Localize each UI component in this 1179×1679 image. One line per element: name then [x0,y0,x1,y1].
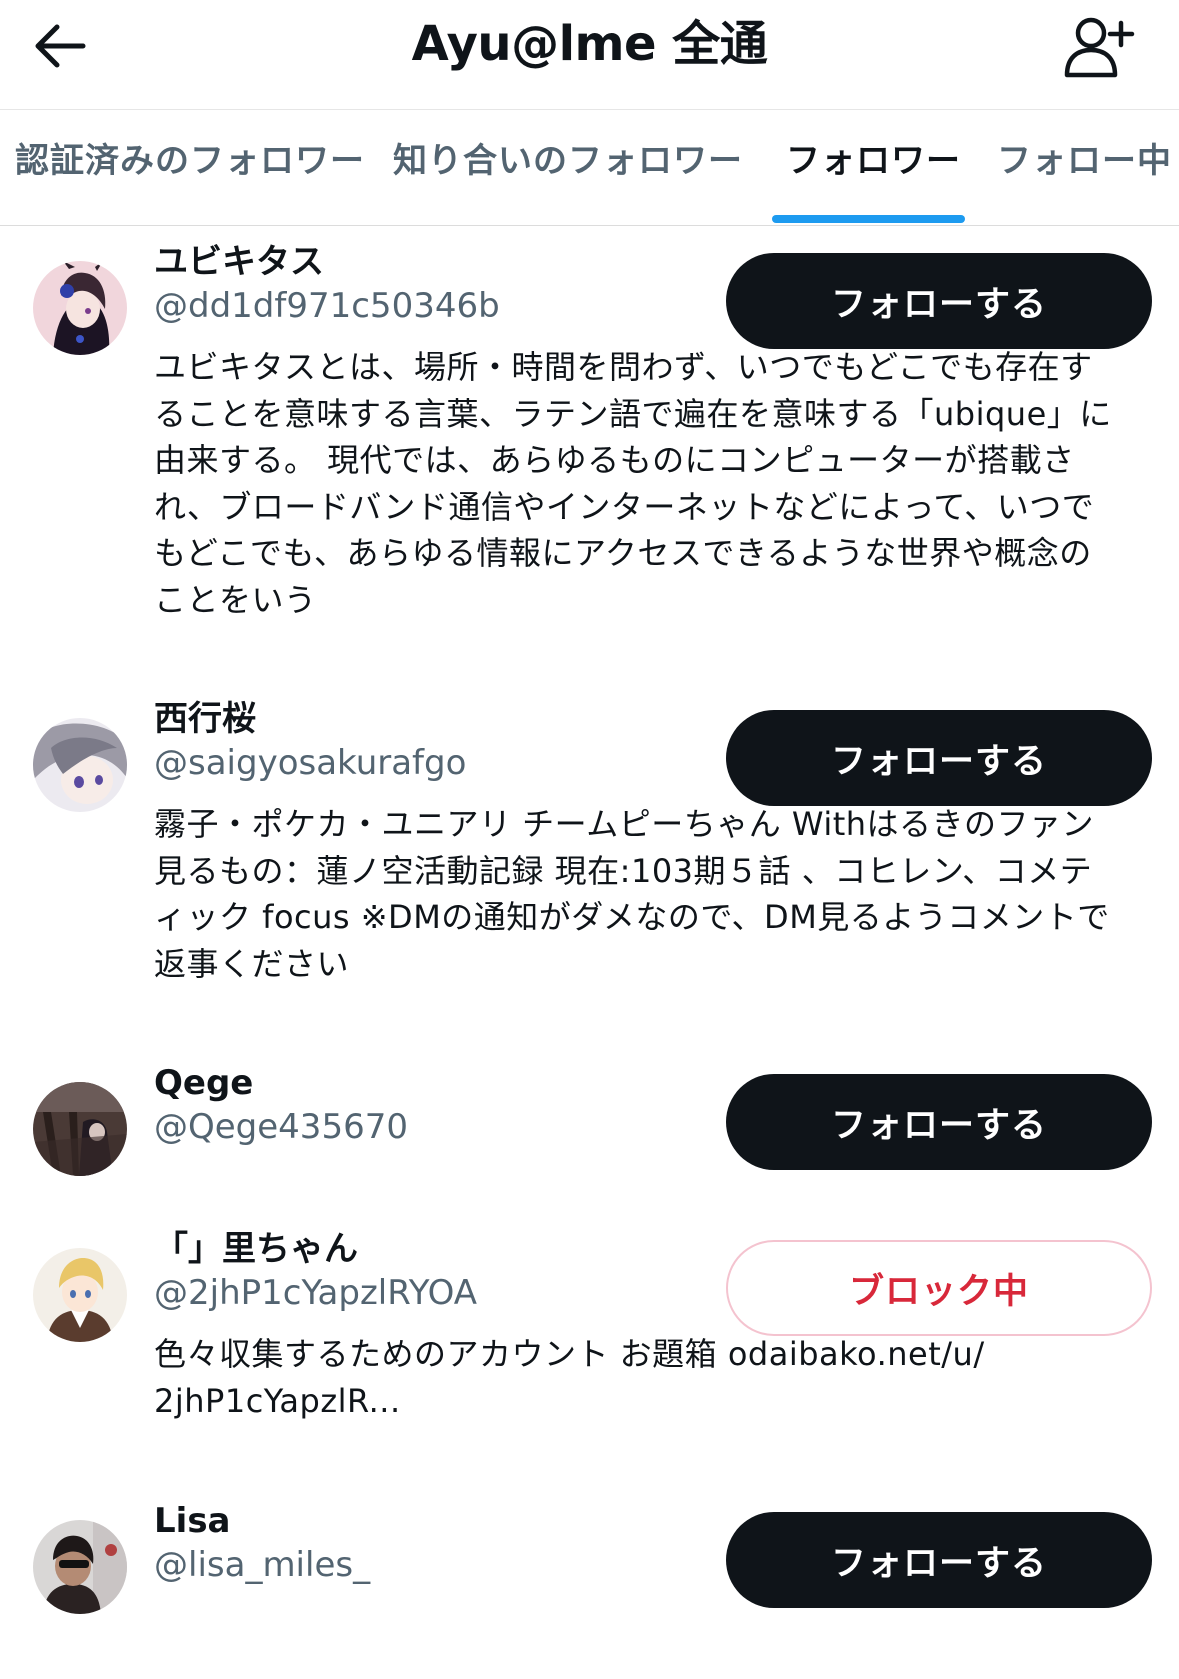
top-bar: Ayu@lme 全通 [0,0,1179,110]
tab-verified-followers[interactable]: 認証済みのフォロワー [15,138,365,184]
blocked-button[interactable]: ブロック中 [726,1240,1152,1336]
avatar[interactable] [33,1248,127,1342]
follow-button[interactable]: フォローする [726,1512,1152,1608]
user-bio: ユビキタスとは、場所・時間を問わず、いつでもどこでも存在す ることを意味する言葉… [154,348,1112,619]
user-name[interactable]: 西行桜 [154,697,256,741]
active-tab-indicator [772,215,965,223]
page-title: Ayu@lme 全通 [411,16,768,72]
follow-button[interactable]: フォローする [726,1074,1152,1170]
user-handle[interactable]: @Qege435670 [154,1105,408,1149]
avatar[interactable] [33,718,127,812]
follow-button[interactable]: フォローする [726,710,1152,806]
tab-bar: 認証済みのフォロワー 知り合いのフォロワー フォロワー フォロー中 [0,110,1179,226]
user-handle[interactable]: @saigyosakurafgo [154,741,466,785]
user-bio: 色々収集するためのアカウント お題箱 odaibako.net/u/ 2jhP1… [154,1335,985,1420]
add-user-icon [1064,17,1135,78]
user-handle[interactable]: @lisa_miles_ [154,1543,370,1587]
tab-followers-you-know[interactable]: 知り合いのフォロワー [393,138,743,184]
avatar[interactable] [33,261,127,355]
avatar[interactable] [33,1520,127,1614]
tab-followers[interactable]: フォロワー [786,138,961,184]
user-handle[interactable]: @dd1df971c50346b [154,284,500,328]
user-name[interactable]: Qege [154,1061,253,1105]
user-name[interactable]: ユビキタス [154,240,324,284]
tab-following[interactable]: フォロー中 [997,138,1172,184]
follow-button[interactable]: フォローする [726,253,1152,349]
avatar[interactable] [33,1082,127,1176]
user-name[interactable]: 「」里ちゃん [154,1227,358,1271]
user-bio: 霧子・ポケカ・ユニアリ チームピーちゃん Withはるきのファン 見るもの：蓮ノ… [154,805,1110,983]
add-user-button[interactable] [1058,8,1138,84]
user-name[interactable]: Lisa [154,1499,231,1543]
user-handle[interactable]: @2jhP1cYapzlRYOA [154,1271,477,1315]
